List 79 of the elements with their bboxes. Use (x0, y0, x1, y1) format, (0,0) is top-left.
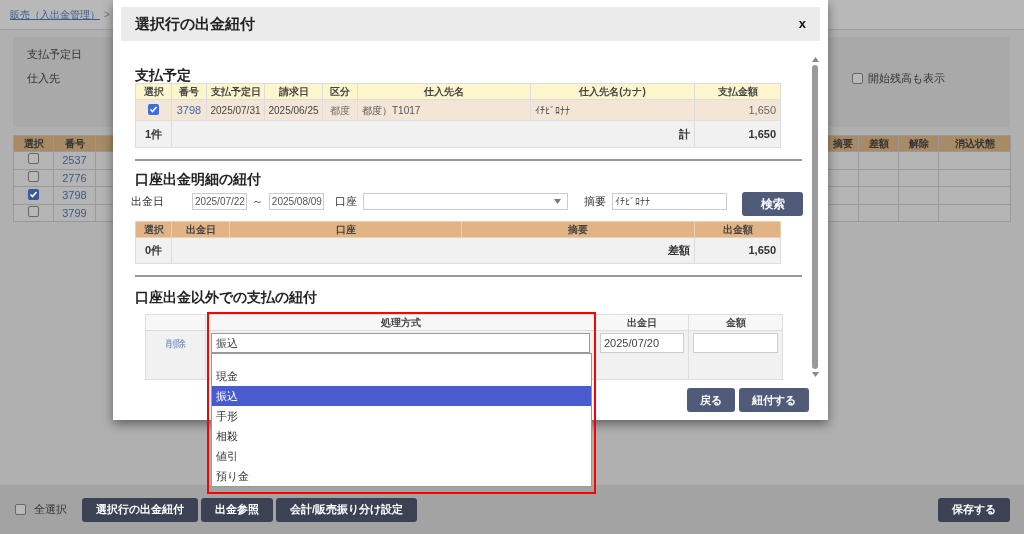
column-header: 出金日 (171, 221, 230, 238)
button[interactable]: 会計/販売振り分け設定 (276, 497, 418, 522)
field-label: 口座 (334, 193, 358, 209)
date-field[interactable]: 2025/07/22 (191, 192, 247, 210)
date-field[interactable]: 2025/08/09 (268, 192, 324, 210)
button[interactable]: 紐付する (739, 388, 809, 412)
checkbox[interactable] (148, 103, 159, 115)
checkbox-label: 全選択 (34, 502, 67, 518)
checkbox[interactable] (852, 72, 863, 84)
table-cell: 2025/06/25 (264, 99, 323, 121)
table-cell: ｲﾁﾋﾞﾛﾅﾅ (530, 99, 695, 121)
summary-field[interactable]: ｲﾁﾋﾞﾛﾅﾅ (612, 192, 728, 210)
column-header: 摘要 (461, 221, 695, 238)
column-header: 口座 (229, 221, 462, 238)
dropdown-option[interactable]: 現金 (212, 366, 591, 386)
table-cell: 2025/07/31 (206, 99, 265, 121)
column-header: 支払予定日 (206, 83, 265, 100)
dropdown-option[interactable]: 手形 (212, 406, 591, 426)
column-header: 出金日 (595, 314, 689, 331)
method-select[interactable]: 振込 (211, 333, 590, 353)
column-header: 請求日 (264, 83, 323, 100)
column-header: 支払金額 (694, 83, 781, 100)
column-header: 処理方式 (205, 314, 596, 331)
column-header: 差額 (858, 135, 899, 152)
column-header: 仕入先名(カナ) (530, 83, 695, 100)
checkbox[interactable] (28, 205, 39, 217)
total-cell: 1,650 (694, 120, 781, 148)
date-field[interactable]: 2025/07/20 (600, 333, 684, 353)
column-header: 金額 (688, 314, 783, 331)
button[interactable]: 検索 (742, 192, 803, 216)
column-header: 出金額 (694, 221, 781, 238)
scroll-up-icon[interactable] (811, 57, 819, 62)
breadcrumb-link[interactable]: 販売（入出金管理） (10, 7, 100, 22)
scroll-down-icon[interactable] (811, 372, 819, 377)
dropdown-option[interactable]: 預り金 (212, 466, 591, 486)
amount-field[interactable] (693, 333, 778, 353)
table-cell: 都度）T1017 (357, 99, 531, 121)
field-label: 支払予定日 (27, 47, 82, 62)
breadcrumb-separator: > (104, 8, 110, 22)
checkbox[interactable] (28, 170, 39, 182)
column-header: 番号 (171, 83, 207, 100)
checkbox[interactable] (15, 504, 26, 515)
count-cell: 0件 (135, 237, 172, 264)
column-header: 選択 (135, 83, 172, 100)
range-separator: ～ (251, 193, 265, 209)
difference-label: 差額 (171, 237, 695, 264)
column-header: 区分 (322, 83, 358, 100)
table-cell: 1,650 (694, 99, 781, 121)
dropdown-option[interactable]: 値引 (212, 446, 591, 466)
checkbox[interactable] (28, 153, 39, 164)
button[interactable]: 戻る (687, 388, 735, 412)
close-button[interactable]: x (798, 14, 806, 34)
total-label: 計 (171, 120, 695, 148)
column-header: 選択 (13, 135, 54, 152)
delete-link[interactable]: 削除 (165, 338, 186, 349)
section-heading: 支払予定 (135, 66, 192, 83)
button[interactable]: 選択行の出金紐付 (82, 497, 198, 522)
field-label: 出金日 (131, 193, 165, 209)
column-header: 仕入先名 (357, 83, 531, 100)
button[interactable]: 出金参照 (201, 497, 273, 522)
table-cell: 都度 (322, 99, 358, 121)
field-label: 摘要 (584, 193, 608, 209)
column-header: 選択 (135, 221, 172, 238)
count-cell: 1件 (135, 120, 172, 148)
dropdown-option[interactable]: 相殺 (212, 426, 591, 446)
column-header: 解除 (898, 135, 939, 152)
checkbox[interactable] (28, 189, 39, 200)
dialog-title: 選択行の出金紐付 (135, 13, 255, 34)
column-header: 消込状態 (938, 135, 1011, 152)
button[interactable]: 保存する (938, 497, 1010, 522)
account-select[interactable] (362, 192, 569, 210)
column-header: 番号 (53, 135, 96, 152)
section-heading: 口座出金明細の紐付 (135, 170, 262, 189)
dropdown-option[interactable]: 振込 (212, 386, 591, 406)
checkbox-label: 開始残高も表示 (868, 71, 945, 86)
field-label: 仕入先 (27, 71, 60, 86)
section-heading: 口座出金以外での支払の紐付 (135, 288, 318, 307)
scrollbar[interactable] (810, 57, 820, 377)
difference-cell: 1,650 (694, 237, 781, 264)
